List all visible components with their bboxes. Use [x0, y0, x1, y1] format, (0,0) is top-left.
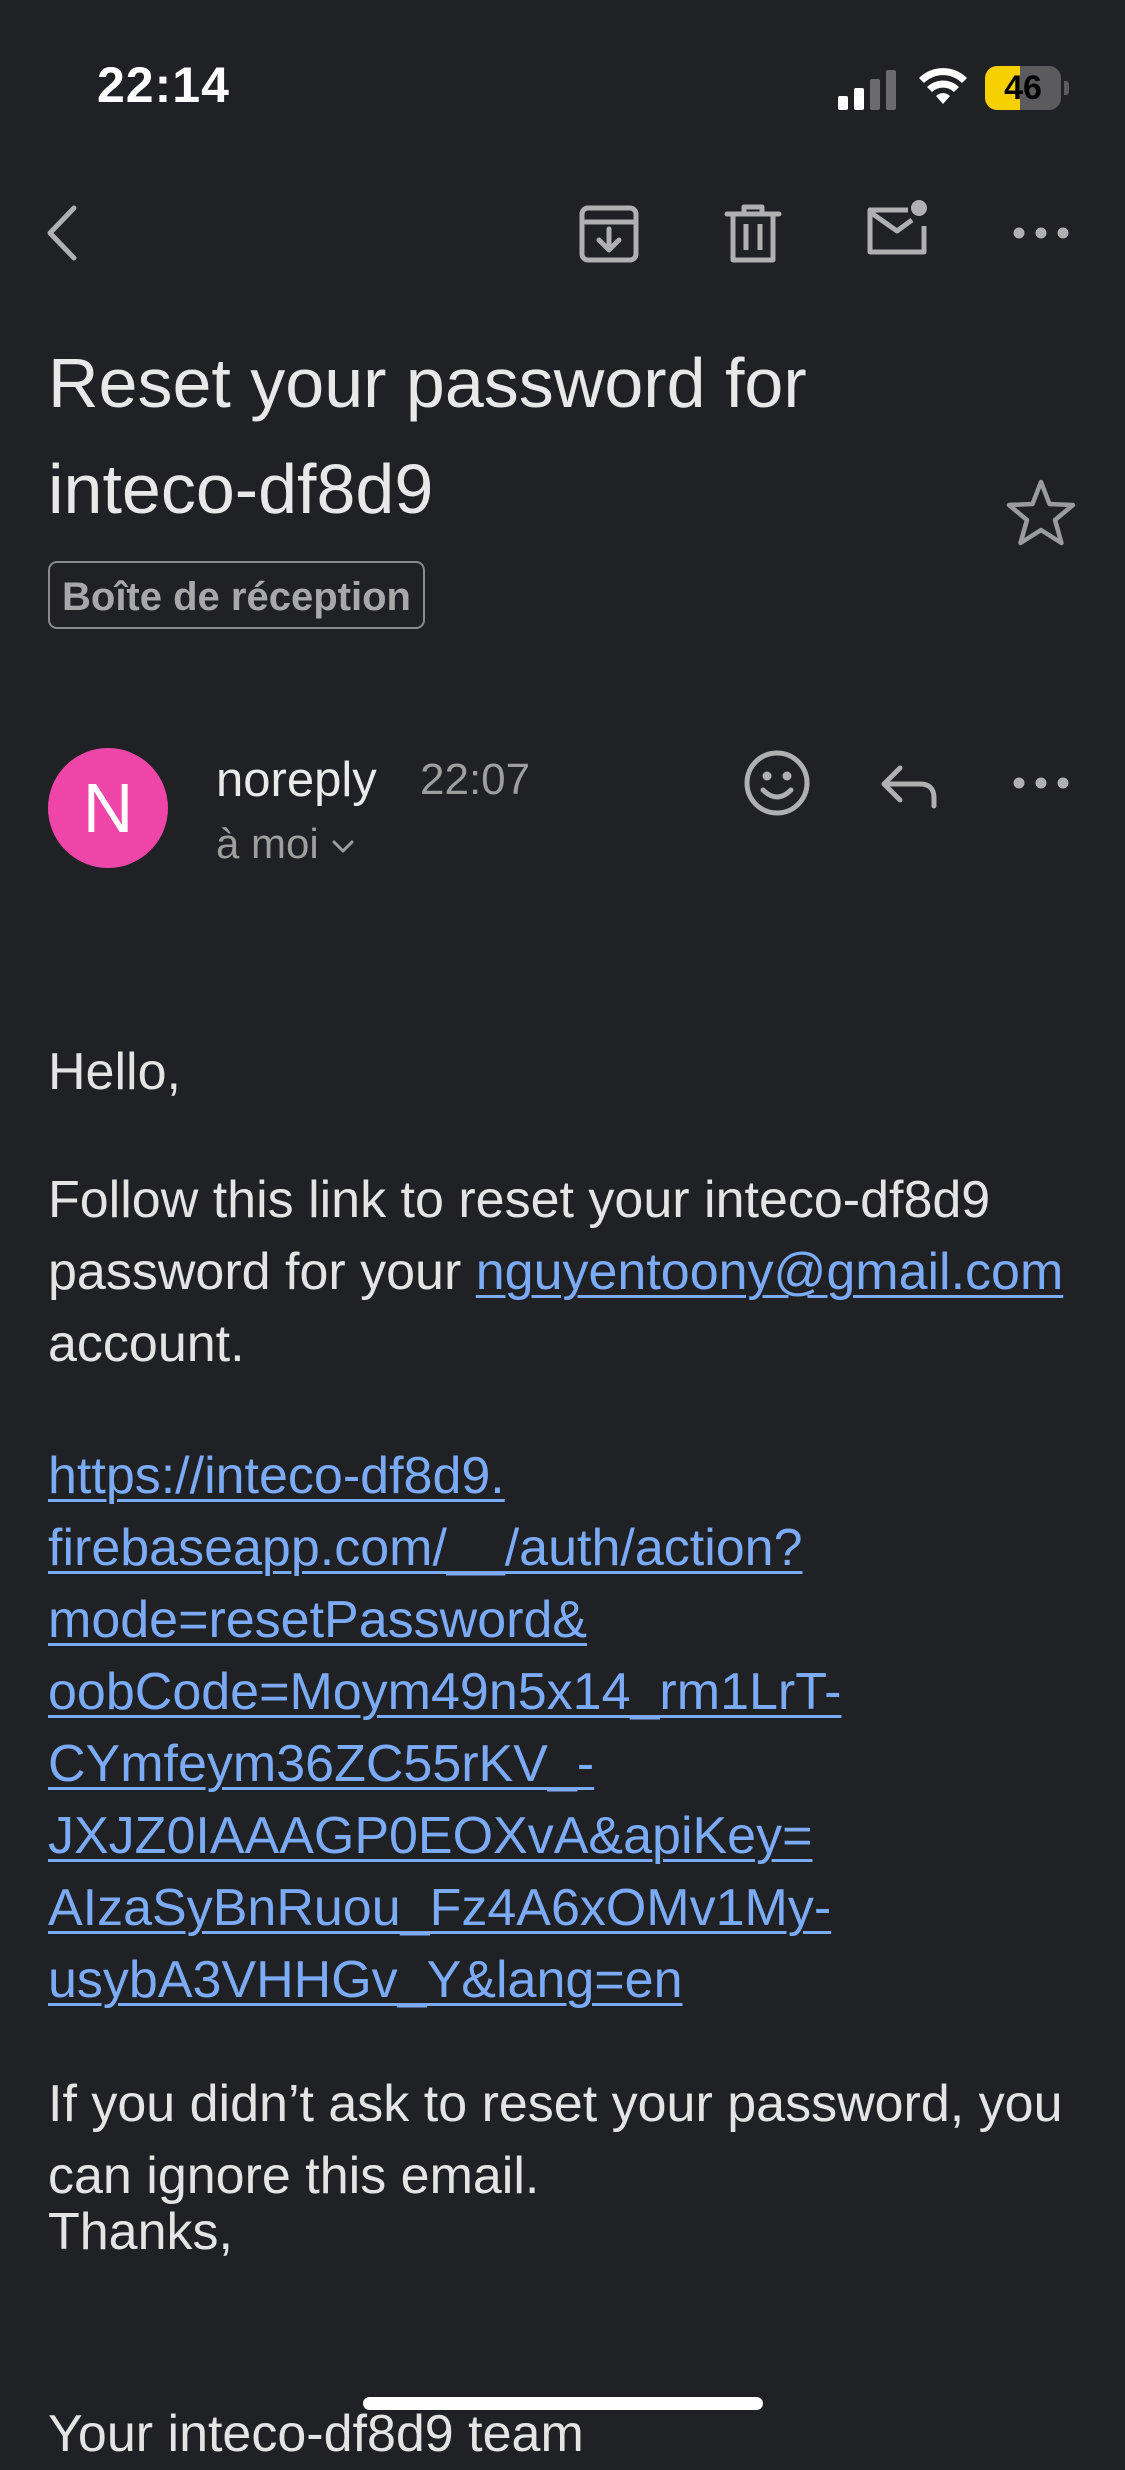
mark-unread-button[interactable]: [862, 194, 932, 264]
chevron-down-icon: [332, 840, 354, 853]
reset-password-link[interactable]: https://inteco-df8d9. firebaseapp.com/__…: [48, 1440, 1088, 2016]
sender-avatar[interactable]: N: [48, 748, 168, 868]
more-options-button[interactable]: [1006, 198, 1076, 268]
email-thanks: Thanks,: [48, 2203, 233, 2261]
reply-icon: [881, 765, 937, 809]
reset-link-line[interactable]: https://inteco-df8d9.: [48, 1440, 1088, 1512]
battery-indicator: 46: [985, 66, 1070, 110]
home-indicator[interactable]: [363, 2397, 763, 2410]
archive-button[interactable]: [574, 198, 644, 268]
email-time: 22:07: [420, 755, 531, 804]
message-more-options-button[interactable]: [1006, 748, 1076, 818]
reply-button[interactable]: [872, 748, 946, 822]
reset-link-line[interactable]: AIzaSyBnRuou_Fz4A6xOMv1My-: [48, 1872, 1088, 1944]
battery-level: 46: [1004, 69, 1042, 107]
email-paragraph-ignore: If you didn’t ask to reset your password…: [48, 2075, 1063, 2205]
battery-icon: 46: [985, 66, 1061, 110]
reset-link-line[interactable]: mode=resetPassword&: [48, 1584, 1088, 1656]
add-reaction-button[interactable]: [740, 746, 814, 820]
star-icon: [1006, 479, 1076, 546]
reset-link-line[interactable]: usybA3VHHGv_Y&lang=en: [48, 1944, 1088, 2016]
cellular-signal-icon: [838, 70, 896, 110]
reset-link-line[interactable]: CYmfeym36ZC55rKV_-: [48, 1728, 1088, 1800]
back-button[interactable]: [32, 198, 102, 268]
recipient-details-toggle[interactable]: à moi: [216, 820, 355, 868]
reset-instructions-suffix: account.: [48, 1315, 245, 1373]
email-paragraph-reset-instructions: Follow this link to reset your inteco-df…: [48, 1164, 1088, 1380]
reset-link-line[interactable]: oobCode=Moym49n5x14_rm1LrT-: [48, 1656, 1088, 1728]
emoji-reaction-icon: [744, 750, 810, 816]
delete-button[interactable]: [718, 198, 788, 268]
archive-icon: [579, 205, 639, 263]
email-greeting: Hello,: [48, 1043, 181, 1101]
more-horizontal-icon: [1013, 227, 1069, 239]
star-button[interactable]: [1002, 474, 1080, 552]
sender-name[interactable]: noreply: [216, 752, 377, 808]
reset-link-line[interactable]: firebaseapp.com/__/auth/action?: [48, 1512, 1088, 1584]
back-chevron-icon: [47, 205, 77, 261]
battery-tip: [1064, 81, 1069, 95]
reset-link-line[interactable]: JXJZ0IAAAGP0EOXvA&apiKey=: [48, 1800, 1088, 1872]
wifi-icon: [919, 68, 967, 104]
mark-unread-icon: [867, 200, 927, 255]
recipient-label: à moi: [216, 820, 319, 867]
trash-icon: [724, 204, 782, 263]
email-subject: Reset your password for inteco-df8d9: [48, 344, 807, 528]
email-address-link[interactable]: nguyentoony@gmail.com: [476, 1243, 1064, 1301]
more-horizontal-icon: [1013, 777, 1069, 789]
label-chip[interactable]: Boîte de réception: [48, 561, 425, 629]
status-time: 22:14: [97, 57, 230, 113]
